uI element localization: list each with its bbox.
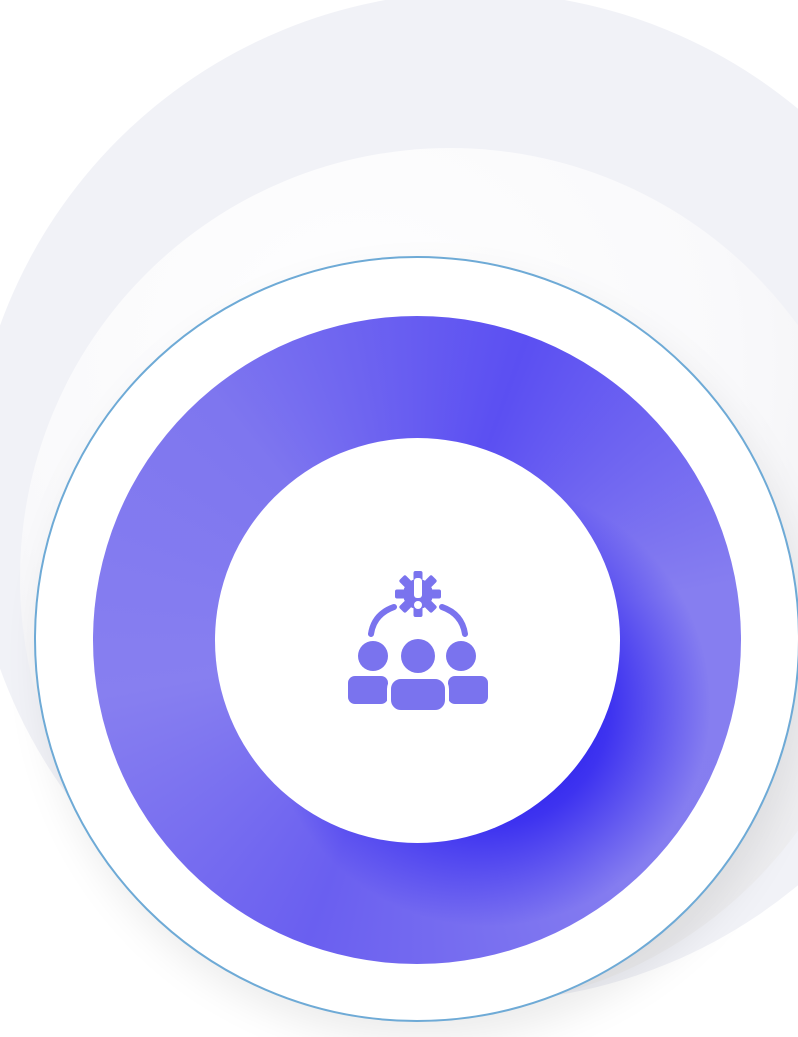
person-center-head: [401, 639, 435, 673]
illustration-stage: [0, 0, 798, 1037]
person-left-head: [358, 641, 388, 671]
person-right-body: [448, 676, 488, 704]
person-center-body: [387, 675, 449, 714]
person-right-head: [446, 641, 476, 671]
exclamation-icon: [414, 578, 422, 609]
team-alert-gear-icon: [348, 571, 488, 714]
person-left-body: [348, 676, 388, 704]
